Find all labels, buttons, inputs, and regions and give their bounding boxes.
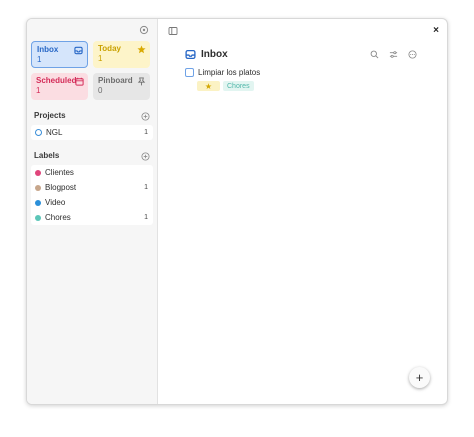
- label-name: Chores: [45, 213, 71, 222]
- inbox-icon: [74, 46, 83, 55]
- task-title: Limpiar los platos: [198, 68, 261, 77]
- star-icon: [137, 45, 146, 54]
- close-button[interactable]: ×: [433, 25, 439, 36]
- task-checkbox[interactable]: [185, 68, 194, 77]
- label-color-dot: [35, 199, 41, 206]
- label-count: 1: [144, 184, 148, 191]
- project-item-ngl[interactable]: NGL 1: [31, 125, 153, 140]
- tile-today[interactable]: Today 1: [93, 41, 150, 68]
- project-name: NGL: [46, 128, 63, 137]
- add-label-icon[interactable]: [141, 152, 150, 161]
- project-count: 1: [144, 129, 148, 136]
- main-panel: × Inbox Limpiar los platos ★ Chores +: [158, 19, 447, 404]
- tile-scheduled[interactable]: Scheduled 1: [31, 73, 88, 100]
- projects-title: Projects: [34, 111, 66, 120]
- projects-list: NGL 1: [31, 125, 153, 140]
- project-circle-icon: [35, 129, 42, 136]
- label-color-dot: [35, 184, 41, 191]
- label-item-chores[interactable]: Chores 1: [31, 210, 153, 225]
- gear-icon[interactable]: [139, 25, 149, 35]
- search-icon[interactable]: [370, 50, 379, 59]
- label-name: Clientes: [45, 168, 74, 177]
- tile-inbox-count: 1: [37, 55, 42, 64]
- projects-header: Projects: [34, 111, 150, 123]
- task-tags: ★ Chores: [197, 81, 254, 91]
- label-name: Blogpost: [45, 183, 77, 192]
- app-window: Inbox 1 Today 1 Scheduled 1 Pinboard 0 P…: [26, 18, 448, 405]
- tile-pinboard[interactable]: Pinboard 0: [93, 73, 150, 100]
- task-label-chip[interactable]: Chores: [223, 81, 254, 91]
- more-options-icon[interactable]: [408, 50, 417, 59]
- tile-today-count: 1: [98, 54, 103, 63]
- add-task-button[interactable]: +: [409, 367, 430, 388]
- label-item-blogpost[interactable]: Blogpost 1: [31, 180, 153, 195]
- labels-header: Labels: [34, 151, 150, 163]
- sidebar-toggle-icon[interactable]: [168, 26, 178, 36]
- page-title: Inbox: [185, 49, 228, 60]
- label-color-dot: [35, 169, 41, 176]
- tile-scheduled-count: 1: [36, 86, 41, 95]
- label-item-video[interactable]: Video: [31, 195, 153, 210]
- pin-icon: [137, 77, 146, 86]
- labels-list: Clientes Blogpost 1 Video Chores 1: [31, 165, 153, 225]
- inbox-icon: [185, 49, 196, 60]
- label-color-dot: [35, 214, 41, 221]
- tile-inbox[interactable]: Inbox 1: [31, 41, 88, 68]
- sidebar: Inbox 1 Today 1 Scheduled 1 Pinboard 0 P…: [27, 19, 158, 404]
- calendar-icon: [75, 77, 84, 86]
- label-item-clientes[interactable]: Clientes: [31, 165, 153, 180]
- page-title-text: Inbox: [201, 49, 228, 60]
- filter-sliders-icon[interactable]: [389, 50, 398, 59]
- label-name: Video: [45, 198, 66, 207]
- today-star-icon: ★: [197, 81, 220, 91]
- labels-title: Labels: [34, 151, 60, 160]
- filter-tiles: Inbox 1 Today 1 Scheduled 1 Pinboard 0: [27, 41, 157, 100]
- task-item[interactable]: Limpiar los platos: [185, 68, 260, 77]
- toolbar: [370, 50, 417, 59]
- label-count: 1: [144, 214, 148, 221]
- tile-pinboard-count: 0: [98, 86, 103, 95]
- add-project-icon[interactable]: [141, 112, 150, 121]
- sidebar-header: [27, 19, 157, 41]
